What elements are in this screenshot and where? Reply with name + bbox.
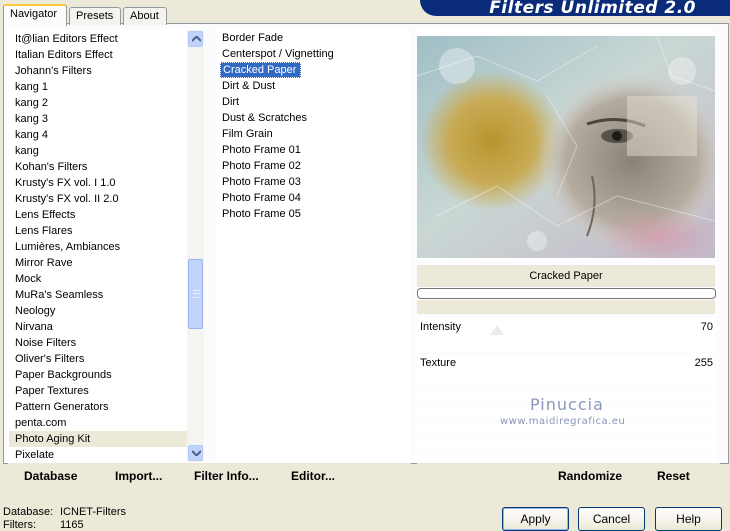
category-item[interactable]: Johann's Filters <box>9 63 203 79</box>
slider-marker-icon[interactable] <box>490 325 504 335</box>
preview-image[interactable] <box>417 36 715 258</box>
import-button[interactable]: Import... <box>115 469 162 483</box>
scroll-up-button[interactable] <box>188 31 203 47</box>
title-banner: Filters Unlimited 2.0 <box>420 0 730 16</box>
left-toolbar: Database Import... Filter Info... Editor… <box>8 463 411 490</box>
category-item[interactable]: Photo Aging Kit <box>9 431 203 447</box>
filter-item[interactable]: Photo Frame 02 <box>216 158 410 174</box>
category-item[interactable]: Mirror Rave <box>9 255 203 271</box>
preview-artwork <box>417 36 715 258</box>
list-divider <box>204 30 216 462</box>
category-item[interactable]: Lumières, Ambiances <box>9 239 203 255</box>
filters-label: Filters: <box>3 519 36 531</box>
chevron-down-icon <box>192 450 201 456</box>
category-item[interactable]: Krusty's FX vol. II 2.0 <box>9 191 203 207</box>
database-button[interactable]: Database <box>24 469 77 483</box>
filter-item[interactable]: Film Grain <box>216 126 410 142</box>
watermark-name: Pinuccia <box>530 395 604 414</box>
apply-button[interactable]: Apply <box>502 507 569 531</box>
help-button[interactable]: Help <box>655 507 722 531</box>
editor-button[interactable]: Editor... <box>291 469 335 483</box>
category-scrollbar[interactable] <box>187 30 204 462</box>
filter-name-label: Cracked Paper <box>417 265 715 287</box>
filters-count: 1165 <box>60 519 84 531</box>
filter-item[interactable]: Centerspot / Vignetting <box>216 46 410 62</box>
category-item[interactable]: Kohan's Filters <box>9 159 203 175</box>
category-list[interactable]: It@lian Editors Effect Italian Editors Ef… <box>8 30 204 462</box>
category-item[interactable]: Oliver's Filters <box>9 351 203 367</box>
category-item[interactable]: kang 4 <box>9 127 203 143</box>
param-intensity[interactable]: Intensity 70 <box>417 318 715 338</box>
right-toolbar: Randomize Reset <box>417 463 720 490</box>
app-title: Filters Unlimited 2.0 <box>489 0 696 16</box>
category-item[interactable]: Paper Backgrounds <box>9 367 203 383</box>
filter-item[interactable]: Photo Frame 01 <box>216 142 410 158</box>
filter-info-button[interactable]: Filter Info... <box>194 469 259 483</box>
empty-param-row <box>417 374 715 388</box>
filter-item[interactable]: Photo Frame 03 <box>216 174 410 190</box>
watermark-site: www.maidiregrafica.eu <box>500 416 626 427</box>
category-item[interactable]: Paper Textures <box>9 383 203 399</box>
separator <box>417 300 715 314</box>
filter-item[interactable]: Border Fade <box>216 30 410 46</box>
chevron-up-icon <box>192 36 201 42</box>
param-texture[interactable]: Texture 255 <box>417 354 715 374</box>
filter-item[interactable]: Photo Frame 04 <box>216 190 410 206</box>
param-label: Texture <box>420 357 457 369</box>
category-item[interactable]: Lens Effects <box>9 207 203 223</box>
database-value: ICNET-Filters <box>60 506 126 518</box>
category-item[interactable]: Krusty's FX vol. I 1.0 <box>9 175 203 191</box>
category-item[interactable]: kang <box>9 143 203 159</box>
scroll-down-button[interactable] <box>188 445 203 461</box>
param-value: 70 <box>700 321 713 333</box>
category-item[interactable]: Pattern Generators <box>9 399 203 415</box>
filter-item[interactable]: Dirt & Dust <box>216 78 410 94</box>
category-item[interactable]: Lens Flares <box>9 223 203 239</box>
param-value: 255 <box>694 357 713 369</box>
category-item[interactable]: Noise Filters <box>9 335 203 351</box>
category-item[interactable]: Mock <box>9 271 203 287</box>
category-item[interactable]: Pixelate <box>9 447 203 461</box>
category-item[interactable]: Neology <box>9 303 203 319</box>
scroll-thumb[interactable] <box>188 259 203 329</box>
filter-item[interactable]: Cracked Paper <box>220 62 302 78</box>
filter-list[interactable]: Border Fade Centerspot / Vignetting Cracke… <box>216 30 410 462</box>
filter-item[interactable]: Dust & Scratches <box>216 110 410 126</box>
category-item[interactable]: kang 2 <box>9 95 203 111</box>
category-item[interactable]: kang 3 <box>9 111 203 127</box>
param-label: Intensity <box>420 321 461 333</box>
param-spacer <box>417 338 715 352</box>
progress-bar <box>417 288 716 299</box>
empty-param-row <box>417 438 715 452</box>
filter-item[interactable]: Photo Frame 05 <box>216 206 410 222</box>
category-item[interactable]: Italian Editors Effect <box>9 47 203 63</box>
tab-about[interactable]: About <box>123 7 167 25</box>
randomize-button[interactable]: Randomize <box>558 469 622 483</box>
category-item[interactable]: Nirvana <box>9 319 203 335</box>
cancel-button[interactable]: Cancel <box>578 507 645 531</box>
tab-presets[interactable]: Presets <box>69 7 121 25</box>
empty-param-row <box>417 454 715 462</box>
database-label: Database: <box>3 506 54 518</box>
filter-item[interactable]: Dirt <box>216 94 410 110</box>
category-item[interactable]: MuRa's Seamless <box>9 287 203 303</box>
tab-navigator[interactable]: Navigator <box>3 4 67 26</box>
reset-button[interactable]: Reset <box>657 469 690 483</box>
category-item[interactable]: penta.com <box>9 415 203 431</box>
category-item[interactable]: It@lian Editors Effect <box>9 31 203 47</box>
status-info: Database: ICNET-Filters Filters: 1165 <box>3 506 126 531</box>
category-item[interactable]: kang 1 <box>9 79 203 95</box>
